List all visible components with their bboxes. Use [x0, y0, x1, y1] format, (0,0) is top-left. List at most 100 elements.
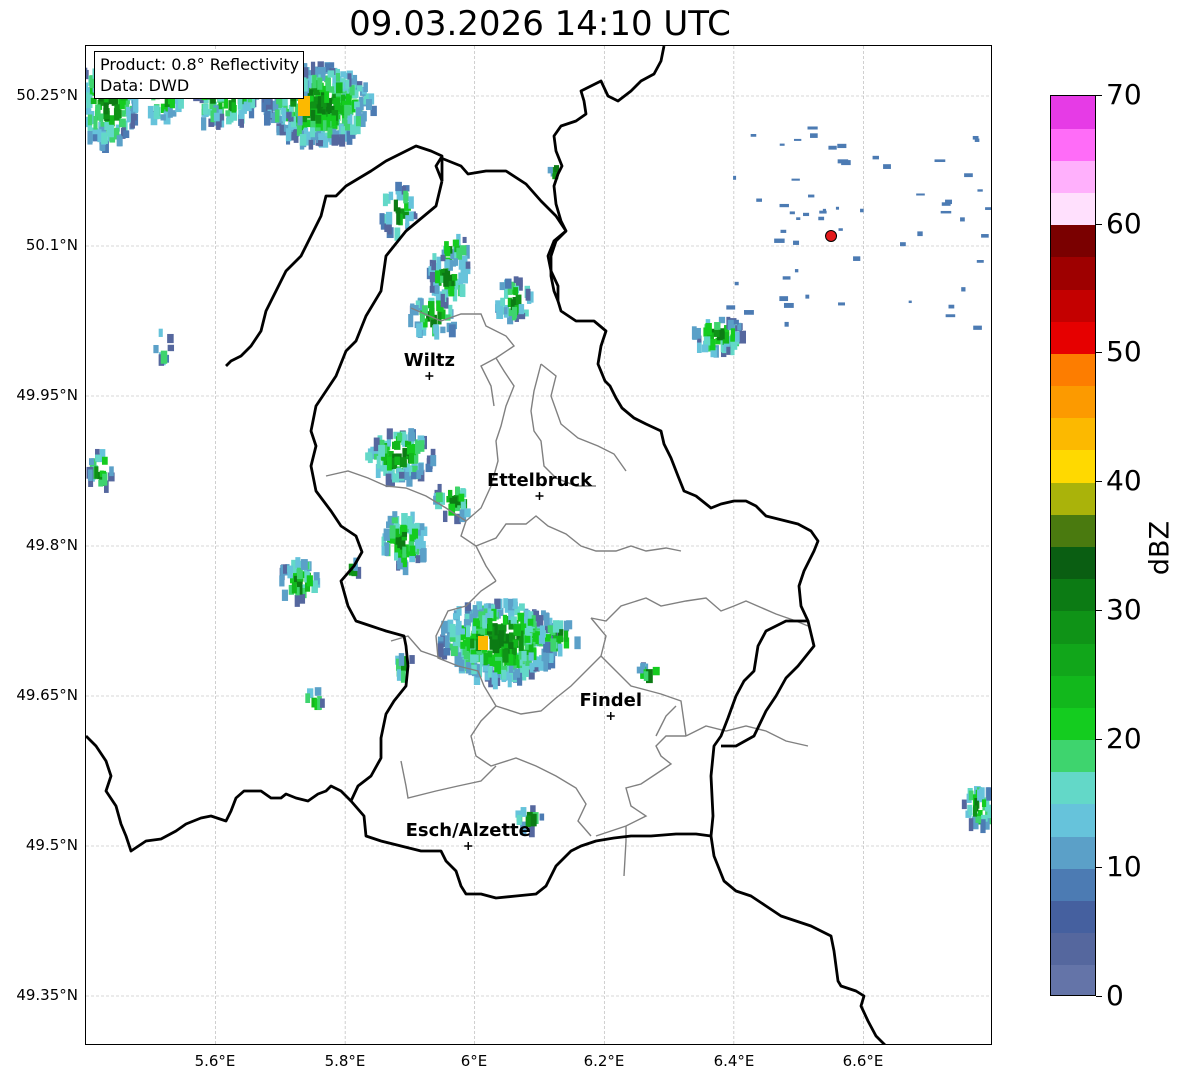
- echo-pixel: [87, 114, 93, 126]
- colorbar-segment: [1051, 192, 1095, 226]
- radar-site-marker: [825, 230, 838, 242]
- echo-pixel: [366, 99, 372, 111]
- echo-pixel: [430, 455, 437, 467]
- echo-pixel: [443, 647, 451, 656]
- echo-pixel: [397, 433, 403, 441]
- lat-label: 50.1°N: [25, 236, 78, 254]
- clutter-pixel: [756, 198, 762, 202]
- echo-pixel: [317, 66, 324, 75]
- echo-pixel: [505, 278, 512, 289]
- echo-pixel: [972, 805, 978, 817]
- echo-pixel: [281, 589, 289, 601]
- echo-pixel: [130, 120, 135, 129]
- echo-pixel: [709, 338, 716, 351]
- colorbar-segment: [1051, 932, 1095, 966]
- echo-pixel: [167, 106, 173, 118]
- colorbar-segment: [1051, 836, 1095, 869]
- echo-pixel: [401, 513, 408, 526]
- lon-label: 5.6°E: [194, 1052, 236, 1070]
- clutter-pixel: [733, 175, 737, 180]
- clutter-pixel: [794, 269, 799, 273]
- echo-pixel: [230, 111, 238, 121]
- graticule: [86, 46, 991, 1044]
- germany-border-east-lower: [721, 620, 816, 748]
- echo-pixel: [502, 649, 509, 663]
- echo-pixel: [448, 324, 456, 338]
- echo-pixel: [691, 326, 697, 340]
- echo-pixel: [201, 117, 207, 131]
- lat-label: 49.8°N: [25, 536, 78, 554]
- echo-pixel: [566, 620, 573, 630]
- echo-pixel: [383, 528, 391, 541]
- echo-pixel: [543, 660, 549, 672]
- map-title: 09.03.2026 14:10 UTC: [349, 4, 731, 44]
- echo-pixel: [318, 133, 325, 141]
- colorbar-segment: [1051, 803, 1095, 837]
- echo-pixel: [126, 111, 131, 123]
- echo-pixel: [558, 635, 563, 643]
- echo-pixel: [416, 323, 422, 338]
- colorbar-segment: [1051, 96, 1095, 129]
- place-marker: Wiltz: [404, 350, 455, 380]
- echo-pixel: [362, 111, 367, 122]
- echo-pixel: [92, 134, 99, 142]
- echo-pixel: [513, 287, 519, 296]
- echo-pixel: [317, 77, 323, 90]
- echo-pixel: [435, 270, 441, 284]
- echo-pixel: [408, 211, 414, 222]
- echo-pixel: [281, 107, 287, 122]
- echo-pixel: [88, 458, 94, 466]
- echo-pixel: [283, 564, 288, 574]
- echo-pixel: [416, 470, 422, 479]
- clutter-pixel: [837, 143, 847, 149]
- echo-pixel: [574, 636, 581, 650]
- echo-pixel: [399, 457, 407, 468]
- echo-pixel: [350, 124, 357, 135]
- echo-pixel: [524, 635, 531, 643]
- lon-label: 5.8°E: [324, 1052, 366, 1070]
- echo-pixel: [518, 304, 525, 315]
- echo-pixel: [536, 615, 544, 627]
- echo-pixel: [327, 70, 335, 78]
- clutter-pixel: [733, 319, 739, 325]
- place-label: Wiltz: [404, 350, 455, 371]
- place-markers: Wiltz Ettelbruck Findel Esch/Alzette: [404, 350, 642, 850]
- echo-pixel: [320, 698, 325, 708]
- echo-pixel: [237, 98, 243, 110]
- echo-pixel: [527, 618, 534, 626]
- colorbar-segment: [1051, 546, 1095, 580]
- echo-pixel: [101, 456, 108, 465]
- colorbar-tick: [1096, 223, 1102, 225]
- clutter-pixel: [803, 212, 810, 217]
- echo-pixel: [363, 82, 368, 93]
- echo-pixel: [397, 562, 403, 570]
- echo-pixel: [335, 82, 343, 94]
- echo-pixel: [460, 245, 467, 256]
- echo-pixel: [389, 525, 396, 539]
- echo-pixel: [118, 118, 126, 128]
- echo-pixel: [465, 625, 471, 638]
- colorbar-segment: [1051, 449, 1095, 483]
- clutter-pixel: [779, 296, 789, 302]
- echo-pixel: [409, 453, 415, 464]
- echo-pixel: [87, 469, 93, 481]
- colorbar-segment: [1051, 868, 1095, 901]
- echo-pixel: [453, 258, 459, 266]
- colorbar-segment: [1051, 289, 1095, 322]
- national-borders: [86, 46, 886, 1044]
- echo-pixel: [458, 272, 464, 286]
- echo-pixel: [436, 256, 442, 270]
- echo-pixel: [440, 293, 445, 308]
- clutter-pixel: [791, 178, 800, 181]
- echo-pixel: [462, 255, 468, 262]
- echo-pixel: [86, 69, 89, 80]
- echo-pixel: [402, 447, 407, 459]
- lat-label: 49.35°N: [16, 986, 78, 1004]
- lat-label: 49.5°N: [25, 836, 78, 854]
- clutter-pixel: [808, 194, 815, 198]
- echo-pixel: [518, 637, 524, 651]
- clutter-pixel: [784, 321, 789, 327]
- echo-pixel: [440, 254, 446, 262]
- echo-pixel: [391, 517, 398, 524]
- echo-pixel: [459, 284, 466, 298]
